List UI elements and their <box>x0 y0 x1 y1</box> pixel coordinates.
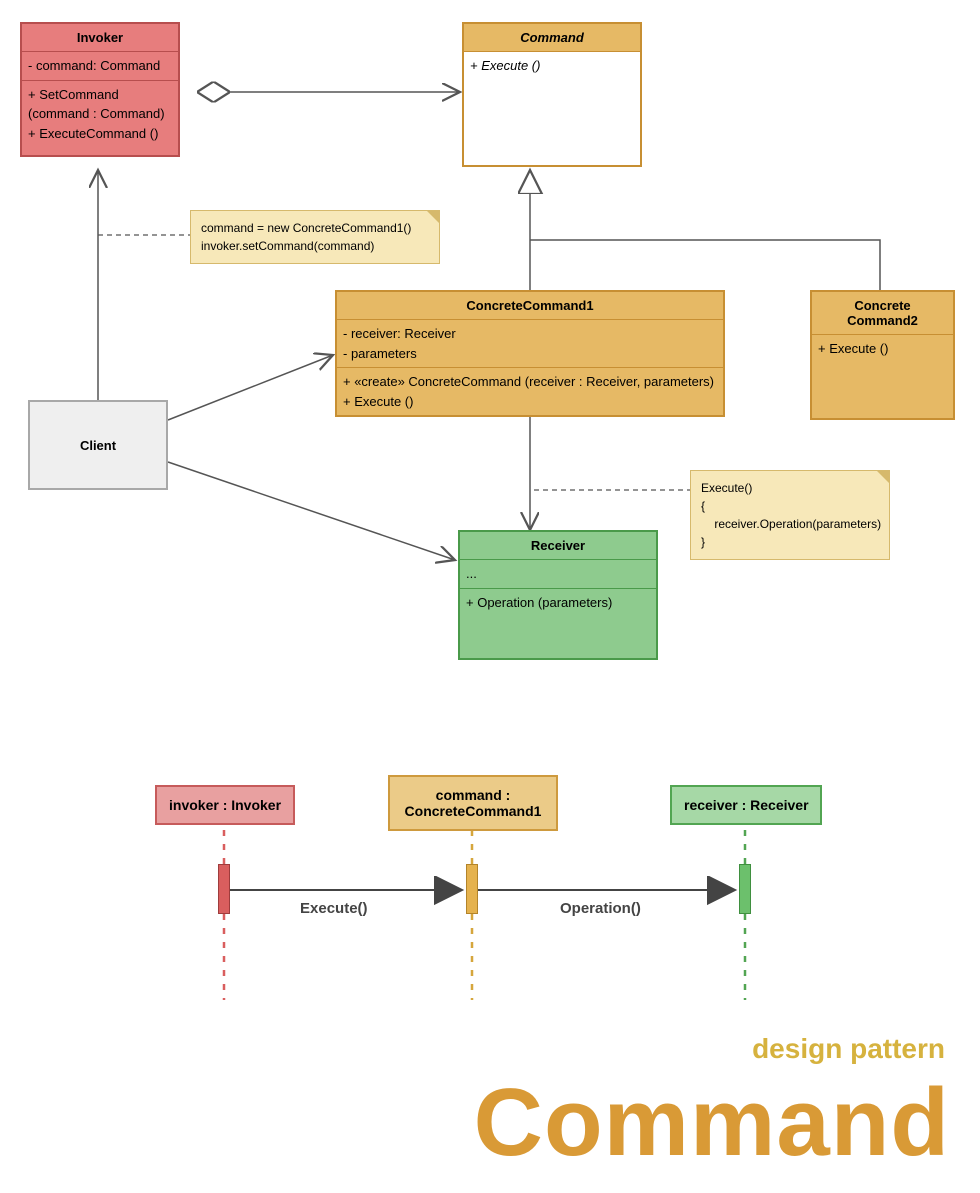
class-command-ops: + Execute () <box>464 52 640 80</box>
class-invoker-title: Invoker <box>22 24 178 52</box>
lifeline-receiver-label: receiver : Receiver <box>684 797 809 813</box>
note-client-create: command = new ConcreteCommand1() invoker… <box>190 210 440 264</box>
seq-msg-operation: Operation() <box>560 900 641 917</box>
note2-text: Execute() { receiver.Operation(parameter… <box>701 481 881 549</box>
class-concrete1: ConcreteCommand1 - receiver: Receiver - … <box>335 290 725 417</box>
activation-command <box>466 864 478 914</box>
class-concrete1-title: ConcreteCommand1 <box>337 292 723 320</box>
class-concrete1-attrs: - receiver: Receiver - parameters <box>337 320 723 368</box>
class-client-title: Client <box>80 438 116 453</box>
note-execute-body: Execute() { receiver.Operation(parameter… <box>690 470 890 560</box>
class-concrete1-ops: + «create» ConcreteCommand (receiver : R… <box>337 368 723 415</box>
subtitle: design pattern <box>752 1033 945 1065</box>
class-command: Command + Execute () <box>462 22 642 167</box>
lifeline-invoker-label: invoker : Invoker <box>169 797 281 813</box>
class-command-title: Command <box>464 24 640 52</box>
class-invoker-ops: + SetCommand (command : Command) + Execu… <box>22 81 178 156</box>
activation-receiver <box>739 864 751 914</box>
main-title: Command <box>474 1068 950 1178</box>
class-receiver-title: Receiver <box>460 532 656 560</box>
lifeline-command: command : ConcreteCommand1 <box>388 775 558 831</box>
seq-msg-execute: Execute() <box>300 900 368 917</box>
note1-text: command = new ConcreteCommand1() invoker… <box>201 221 411 253</box>
lifeline-command-label: command : ConcreteCommand1 <box>405 787 542 819</box>
class-concrete2-title: Concrete Command2 <box>812 292 953 335</box>
class-concrete2: Concrete Command2 + Execute () <box>810 290 955 420</box>
class-invoker: Invoker - command: Command + SetCommand … <box>20 22 180 157</box>
activation-invoker <box>218 864 230 914</box>
class-receiver: Receiver ... + Operation (parameters) <box>458 530 658 660</box>
diagram-canvas: Invoker - command: Command + SetCommand … <box>0 0 980 1193</box>
class-invoker-attrs: - command: Command <box>22 52 178 81</box>
class-client: Client <box>28 400 168 490</box>
class-receiver-ops: + Operation (parameters) <box>460 589 656 617</box>
lifeline-receiver: receiver : Receiver <box>670 785 822 825</box>
lifeline-invoker: invoker : Invoker <box>155 785 295 825</box>
class-concrete2-ops: + Execute () <box>812 335 953 363</box>
class-receiver-attrs: ... <box>460 560 656 589</box>
